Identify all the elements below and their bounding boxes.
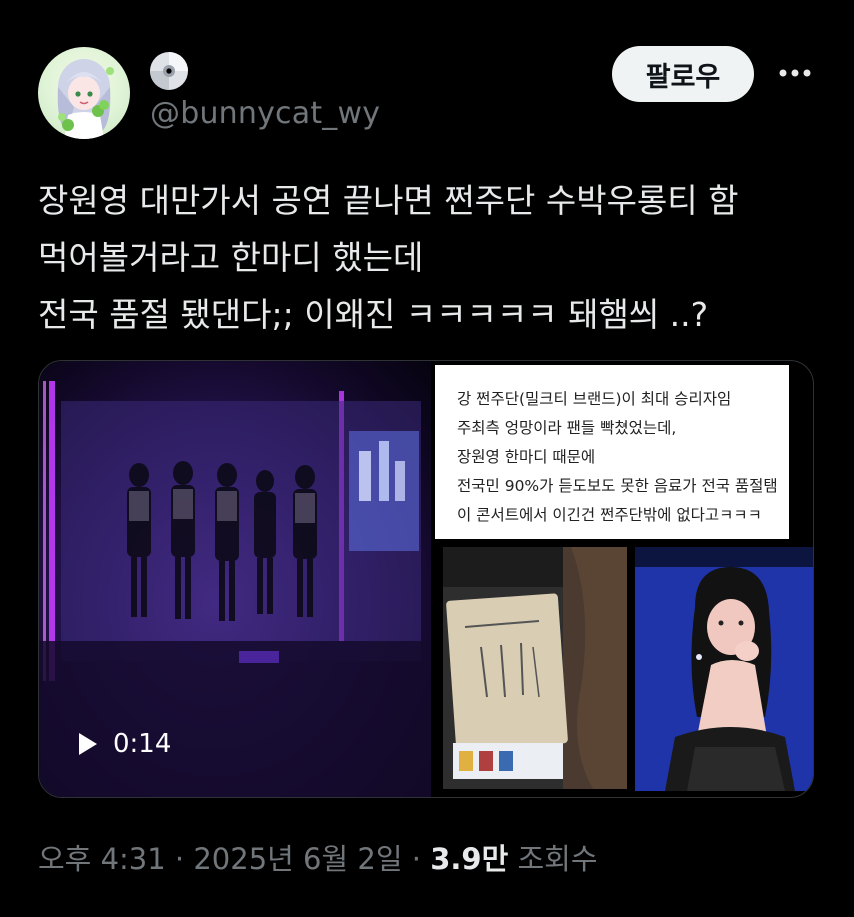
screenshot-text-line: 주최측 엉망이라 팬들 빡쳤었는데, [457,419,677,437]
tweet-line: 먹어볼거라고 한마디 했는데 [38,238,424,277]
screenshot-text-line: 전국민 90%가 듣도보도 못한 음료가 전국 품절탬 [457,477,778,495]
follow-button[interactable]: 팔로우 [612,46,754,102]
tweet-meta: 오후 4:31 · 2025년 6월 2일 · 3.9만 조회수 [38,836,598,878]
tweet-text: 장원영 대만가서 공연 끝나면 쩐주단 수박우롱티 함 먹어볼거라고 한마디 했… [38,172,828,343]
screenshot-text-line: 이 콘서트에서 이긴건 쩐주단밖에 없다고ㅋㅋㅋ [457,506,762,524]
video-duration: 0:14 [113,729,172,759]
tweet-line: 장원영 대만가서 공연 끝나면 쩐주단 수박우롱티 함 [38,181,739,220]
view-label: 조회수 [508,842,598,876]
separator: · [165,842,194,876]
play-icon[interactable] [77,731,99,757]
screenshot-text-line: 장원영 한마디 때문에 [457,448,596,466]
media-grid: 0:14 강 쩐주단(밀크티 브랜드)이 최대 승리자임 주최측 엉망이라 팬들… [38,360,814,798]
separator: · [402,842,431,876]
sold-out-sign-photo[interactable] [443,547,627,789]
anime-girl-avatar-icon [57,59,114,139]
tweet-line: 전국 품절 됐댄다;; 이왜진 ㅋㅋㅋㅋㅋ 돼햄씌 ..? [38,295,709,334]
more-dots-icon[interactable] [774,58,816,88]
idol-performer-photo[interactable] [635,547,813,791]
text-screenshot-image[interactable]: 강 쩐주단(밀크티 브랜드)이 최대 승리자임 주최측 엉망이라 팬들 빡쳤었는… [435,365,789,539]
author-avatar[interactable] [38,47,130,139]
tweet-date[interactable]: 2025년 6월 2일 [193,842,402,876]
video-duration-overlay: 0:14 [77,729,171,759]
view-count: 3.9만 [430,842,509,876]
author-handle[interactable]: @bunnycat_wy [150,96,380,131]
store-sign-image [443,547,627,789]
screenshot-text-line: 강 쩐주단(밀크티 브랜드)이 최대 승리자임 [457,390,732,408]
performer-image [635,547,813,791]
concert-video[interactable]: 0:14 [39,361,431,797]
disc-icon [150,52,188,90]
tweet-time[interactable]: 오후 4:31 [38,842,166,876]
tweet-header: @bunnycat_wy 팔로우 [38,44,818,140]
